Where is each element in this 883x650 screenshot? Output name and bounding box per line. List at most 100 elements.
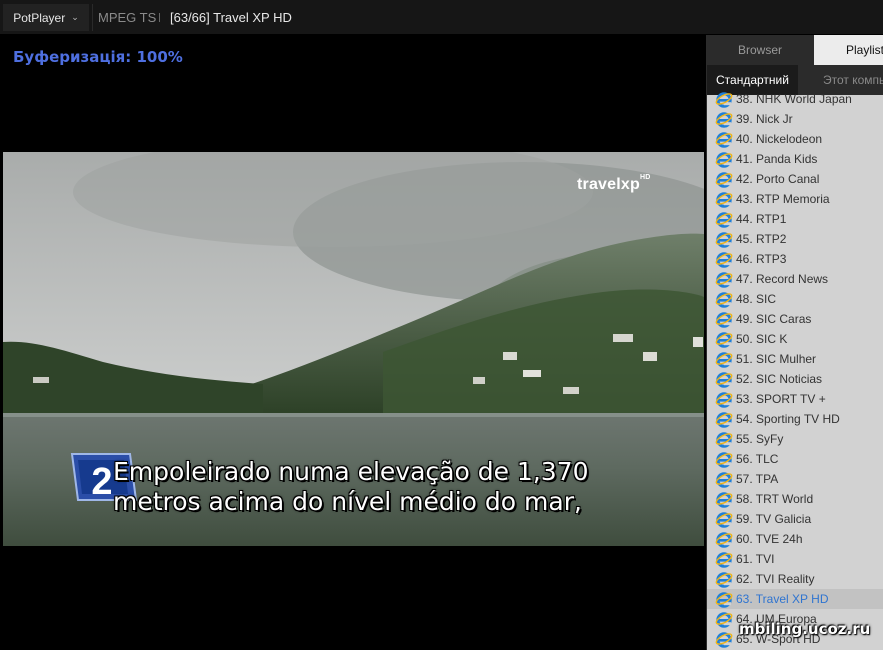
internet-explorer-icon	[715, 230, 733, 248]
playlist-item-label: 44. RTP1	[736, 212, 787, 226]
playlist-item-label: 40. Nickelodeon	[736, 132, 823, 146]
playlist-item[interactable]: 43. RTP Memoria	[707, 189, 883, 209]
internet-explorer-icon	[715, 290, 733, 308]
playlist-item[interactable]: 61. TVI	[707, 549, 883, 569]
divider	[159, 13, 160, 22]
internet-explorer-icon	[715, 390, 733, 408]
video-frame[interactable]: 2 travelxpHD Empoleirado numa elevação d…	[3, 152, 704, 546]
playlist-item[interactable]: 53. SPORT TV +	[707, 389, 883, 409]
tab-browser[interactable]: Browser	[707, 35, 813, 65]
playlist-item-label: 63. Travel XP HD	[736, 592, 829, 606]
internet-explorer-icon	[715, 590, 733, 608]
playlist-item-label: 42. Porto Canal	[736, 172, 820, 186]
internet-explorer-icon	[715, 170, 733, 188]
watermark: mbiling.ucoz.ru	[739, 620, 871, 638]
playlist-item-label: 54. Sporting TV HD	[736, 412, 840, 426]
playlist-item-label: 41. Panda Kids	[736, 152, 818, 166]
playlist-item[interactable]: 62. TVI Reality	[707, 569, 883, 589]
playlist-item-label: 53. SPORT TV +	[736, 392, 826, 406]
internet-explorer-icon	[715, 90, 733, 108]
playlist-item-label: 58. TRT World	[736, 492, 814, 506]
playlist-item[interactable]: 63. Travel XP HD	[707, 589, 883, 609]
internet-explorer-icon	[715, 270, 733, 288]
playlist-item[interactable]: 46. RTP3	[707, 249, 883, 269]
tab-playlist[interactable]: Playlist	[814, 35, 883, 65]
playlist-item[interactable]: 42. Porto Canal	[707, 169, 883, 189]
playlist-item[interactable]: 48. SIC	[707, 289, 883, 309]
playlist-item-label: 51. SIC Mulher	[736, 352, 817, 366]
playlist-item-label: 59. TV Galicia	[736, 512, 812, 526]
playlist-item-label: 39. Nick Jr	[736, 112, 793, 126]
playlist-item[interactable]: 44. RTP1	[707, 209, 883, 229]
chevron-down-icon: ⌄	[71, 12, 79, 22]
playlist-item[interactable]: 45. RTP2	[707, 229, 883, 249]
playlist-item-label: 57. TPA	[736, 472, 779, 486]
playlist-list[interactable]: 38. NHK World Japan 39. Nick Jr 40. Nickel…	[707, 89, 883, 650]
internet-explorer-icon	[715, 110, 733, 128]
playlist-item-label: 61. TVI	[736, 552, 775, 566]
playlist-item-label: 47. Record News	[736, 272, 829, 286]
playlist-item[interactable]: 39. Nick Jr	[707, 109, 883, 129]
internet-explorer-icon	[715, 210, 733, 228]
playlist-item-label: 60. TVE 24h	[736, 532, 803, 546]
internet-explorer-icon	[715, 470, 733, 488]
internet-explorer-icon	[715, 310, 733, 328]
playlist-item[interactable]: 41. Panda Kids	[707, 149, 883, 169]
divider	[92, 4, 93, 31]
playlist-item[interactable]: 58. TRT World	[707, 489, 883, 509]
internet-explorer-icon	[715, 150, 733, 168]
subtitle-line-2: metros acima do nível médio do mar,	[113, 487, 582, 516]
playlist-item[interactable]: 47. Record News	[707, 269, 883, 289]
playlist-item[interactable]: 50. SIC K	[707, 329, 883, 349]
playlist-item-label: 46. RTP3	[736, 252, 787, 266]
playlist-item[interactable]: 54. Sporting TV HD	[707, 409, 883, 429]
playlist-item[interactable]: 52. SIC Noticias	[707, 369, 883, 389]
app-menu-label: PotPlayer	[13, 10, 66, 25]
internet-explorer-icon	[715, 430, 733, 448]
playlist-item-label: 52. SIC Noticias	[736, 372, 823, 386]
internet-explorer-icon	[715, 450, 733, 468]
badge-number: 2	[91, 461, 112, 503]
video-area[interactable]: Буферизація: 100% 2 travelxpHD Empoleira…	[0, 35, 706, 650]
logo-text: travelxp	[577, 176, 640, 193]
playlist-item[interactable]: 60. TVE 24h	[707, 529, 883, 549]
playlist-panel: Browser Playlist Стандартний Этот компь …	[706, 35, 883, 650]
subtitle: Empoleirado numa elevação de 1,370 metro…	[113, 457, 589, 517]
playlist-item-label: 43. RTP Memoria	[736, 192, 830, 206]
app-menu-button[interactable]: PotPlayer ⌄	[3, 4, 89, 31]
playlist-item-label: 38. NHK World Japan	[736, 92, 852, 106]
playlist-item[interactable]: 56. TLC	[707, 449, 883, 469]
playlist-item[interactable]: 57. TPA	[707, 469, 883, 489]
internet-explorer-icon	[715, 550, 733, 568]
internet-explorer-icon	[715, 510, 733, 528]
internet-explorer-icon	[715, 370, 733, 388]
internet-explorer-icon	[715, 530, 733, 548]
playlist-item-label: 49. SIC Caras	[736, 312, 812, 326]
title-bar: PotPlayer ⌄ MPEG TS [63/66] Travel XP HD	[0, 0, 883, 35]
subtitle-line-1: Empoleirado numa elevação de 1,370	[113, 457, 589, 486]
internet-explorer-icon	[715, 250, 733, 268]
playlist-item[interactable]: 55. SyFy	[707, 429, 883, 449]
internet-explorer-icon	[715, 610, 733, 628]
playlist-item-label: 45. RTP2	[736, 232, 787, 246]
internet-explorer-icon	[715, 130, 733, 148]
playlist-item-label: 56. TLC	[736, 452, 779, 466]
internet-explorer-icon	[715, 350, 733, 368]
playlist-item-label: 48. SIC	[736, 292, 777, 306]
internet-explorer-icon	[715, 570, 733, 588]
playlist-item-label: 50. SIC K	[736, 332, 788, 346]
internet-explorer-icon	[715, 190, 733, 208]
logo-hd: HD	[639, 174, 651, 181]
playlist-item[interactable]: 49. SIC Caras	[707, 309, 883, 329]
internet-explorer-icon	[715, 330, 733, 348]
playlist-item[interactable]: 38. NHK World Japan	[707, 89, 883, 109]
playlist-item[interactable]: 40. Nickelodeon	[707, 129, 883, 149]
internet-explorer-icon	[715, 410, 733, 428]
playlist-item-label: 62. TVI Reality	[736, 572, 815, 586]
channel-logo: travelxpHD	[577, 174, 651, 194]
playlist-item[interactable]: 51. SIC Mulher	[707, 349, 883, 369]
playlist-item-label: 55. SyFy	[736, 432, 784, 446]
playlist-item[interactable]: 59. TV Galicia	[707, 509, 883, 529]
window-title: [63/66] Travel XP HD	[170, 10, 292, 25]
internet-explorer-icon	[715, 490, 733, 508]
